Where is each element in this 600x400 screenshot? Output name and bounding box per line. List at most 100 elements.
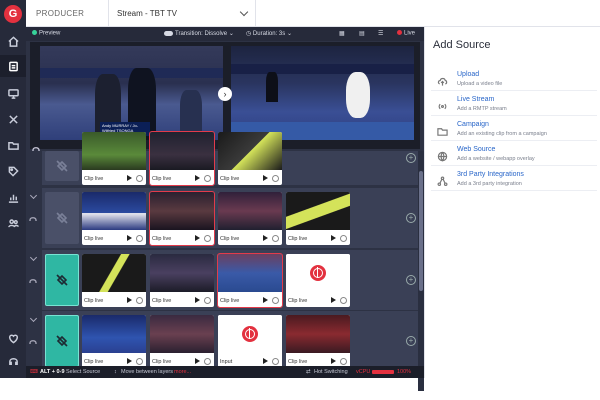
source-option-integrations[interactable]: 3rd Party Integrations Add a 3rd party i… bbox=[431, 169, 597, 191]
headset-icon[interactable] bbox=[29, 278, 37, 285]
play-icon[interactable] bbox=[331, 358, 336, 364]
gear-icon[interactable] bbox=[340, 235, 347, 242]
folder-icon[interactable] bbox=[0, 134, 26, 156]
duration-select[interactable]: ◷ Duration: 3s ⌄ bbox=[246, 30, 292, 37]
play-icon[interactable] bbox=[331, 297, 336, 303]
chevron-down-icon[interactable] bbox=[29, 191, 38, 200]
scrollbar-thumb[interactable] bbox=[419, 171, 423, 291]
add-clip-button[interactable]: + bbox=[406, 213, 416, 223]
gear-icon[interactable] bbox=[272, 175, 279, 182]
clip-label: Input bbox=[220, 359, 233, 365]
gear-icon[interactable] bbox=[136, 297, 143, 304]
producer-icon[interactable] bbox=[0, 55, 26, 77]
play-icon[interactable] bbox=[263, 358, 268, 364]
transition-label: Transition: Dissolve bbox=[175, 31, 228, 37]
tools-icon[interactable] bbox=[0, 108, 26, 130]
swap-scenes-button[interactable]: › bbox=[218, 87, 232, 101]
add-clip-button[interactable]: + bbox=[406, 153, 416, 163]
gear-icon[interactable] bbox=[272, 358, 279, 365]
play-icon[interactable] bbox=[331, 235, 336, 241]
clip-card[interactable]: Clip live bbox=[149, 191, 215, 246]
clip-card[interactable]: Clip live bbox=[218, 192, 282, 245]
gear-icon[interactable] bbox=[136, 175, 143, 182]
play-icon[interactable] bbox=[127, 297, 132, 303]
clip-card[interactable]: Clip live bbox=[150, 315, 214, 368]
play-icon[interactable] bbox=[195, 297, 200, 303]
add-clip-button[interactable]: + bbox=[406, 336, 416, 346]
tag-icon[interactable] bbox=[0, 160, 26, 182]
chevron-down-icon: ⌄ bbox=[228, 31, 234, 37]
gear-icon[interactable] bbox=[272, 235, 279, 242]
play-icon[interactable] bbox=[127, 175, 132, 181]
play-icon[interactable] bbox=[127, 358, 132, 364]
gear-icon[interactable] bbox=[272, 297, 279, 304]
source-option-upload[interactable]: Upload Upload a video file bbox=[431, 69, 597, 91]
brand-logo[interactable]: G bbox=[4, 5, 22, 23]
folder-icon bbox=[437, 124, 448, 136]
gear-icon[interactable] bbox=[204, 175, 211, 182]
source-option-web-source[interactable]: Web Source Add a website / webapp overla… bbox=[431, 144, 597, 166]
clip-card[interactable]: Input bbox=[218, 315, 282, 368]
add-clip-button[interactable]: + bbox=[406, 275, 416, 285]
settings-menu-icon[interactable]: ☰ bbox=[378, 30, 383, 37]
clip-card[interactable]: Clip live bbox=[82, 254, 146, 307]
play-icon[interactable] bbox=[263, 175, 268, 181]
gear-icon[interactable] bbox=[204, 235, 211, 242]
more-shortcuts-link[interactable]: more... bbox=[174, 369, 191, 375]
layer-toggle-icon[interactable] bbox=[45, 151, 79, 181]
clip-card[interactable]: Clip live bbox=[82, 192, 146, 245]
cpu-usage-value: 100% bbox=[397, 369, 412, 375]
live-scene bbox=[231, 46, 414, 140]
play-icon[interactable] bbox=[195, 175, 200, 181]
chevron-down-icon[interactable] bbox=[29, 253, 38, 262]
source-option-live-stream[interactable]: Live Stream Add a RMTP stream bbox=[431, 94, 597, 116]
clip-label: Clip live bbox=[152, 298, 172, 304]
clip-label: Clip live bbox=[220, 176, 240, 182]
support-headset-icon[interactable] bbox=[0, 350, 26, 372]
gear-icon[interactable] bbox=[340, 358, 347, 365]
play-icon[interactable] bbox=[195, 235, 200, 241]
analytics-icon[interactable] bbox=[0, 186, 26, 208]
transition-toggle-icon[interactable] bbox=[164, 30, 173, 36]
layer-toggle-icon[interactable] bbox=[45, 254, 79, 306]
clip-card[interactable]: Clip live bbox=[82, 315, 146, 368]
clip-label: Clip live bbox=[152, 359, 172, 365]
clip-card[interactable]: Clip live bbox=[217, 253, 283, 308]
shortcut-description: Select Source bbox=[66, 369, 101, 375]
headset-icon[interactable] bbox=[32, 140, 40, 151]
clip-card[interactable]: Clip live bbox=[82, 132, 146, 185]
source-option-campaign[interactable]: Campaign Add an existing clip from a cam… bbox=[431, 119, 597, 141]
clip-label: Clip live bbox=[84, 359, 104, 365]
users-icon[interactable] bbox=[0, 212, 26, 234]
home-icon[interactable] bbox=[0, 30, 26, 52]
clip-thumbnail bbox=[82, 132, 146, 170]
headset-icon[interactable] bbox=[29, 339, 37, 346]
play-icon[interactable] bbox=[263, 235, 268, 241]
clip-card[interactable]: Clip live bbox=[149, 131, 215, 186]
clip-card[interactable]: Clip live bbox=[286, 254, 350, 307]
chevron-down-icon[interactable] bbox=[29, 314, 38, 323]
layer-toggle-icon[interactable] bbox=[45, 192, 79, 244]
play-icon[interactable] bbox=[127, 235, 132, 241]
headset-icon[interactable] bbox=[29, 216, 37, 223]
clip-card[interactable]: Clip live bbox=[218, 132, 282, 185]
gear-icon[interactable] bbox=[204, 297, 211, 304]
clip-card[interactable]: Clip live bbox=[286, 192, 350, 245]
heart-icon[interactable] bbox=[0, 327, 26, 349]
gear-icon[interactable] bbox=[340, 297, 347, 304]
gear-icon[interactable] bbox=[136, 235, 143, 242]
gear-icon[interactable] bbox=[136, 358, 143, 365]
play-icon[interactable] bbox=[195, 358, 200, 364]
gear-icon[interactable] bbox=[204, 358, 211, 365]
stream-select[interactable]: Stream - TBT TV bbox=[108, 0, 256, 27]
grid-view-icon[interactable]: ▦ bbox=[339, 30, 345, 37]
clip-card[interactable]: Clip live bbox=[150, 254, 214, 307]
transition-select[interactable]: Transition: Dissolve ⌄ bbox=[164, 30, 234, 37]
web-source-thumbnail bbox=[286, 254, 350, 292]
layer-toggle-icon[interactable] bbox=[45, 315, 79, 367]
monitor-icon[interactable] bbox=[0, 82, 26, 104]
play-icon[interactable] bbox=[263, 297, 268, 303]
layout-view-icon[interactable]: ▤ bbox=[359, 30, 365, 37]
hot-switching-icon: ⇄ bbox=[306, 369, 311, 375]
clip-card[interactable]: Clip live bbox=[286, 315, 350, 368]
